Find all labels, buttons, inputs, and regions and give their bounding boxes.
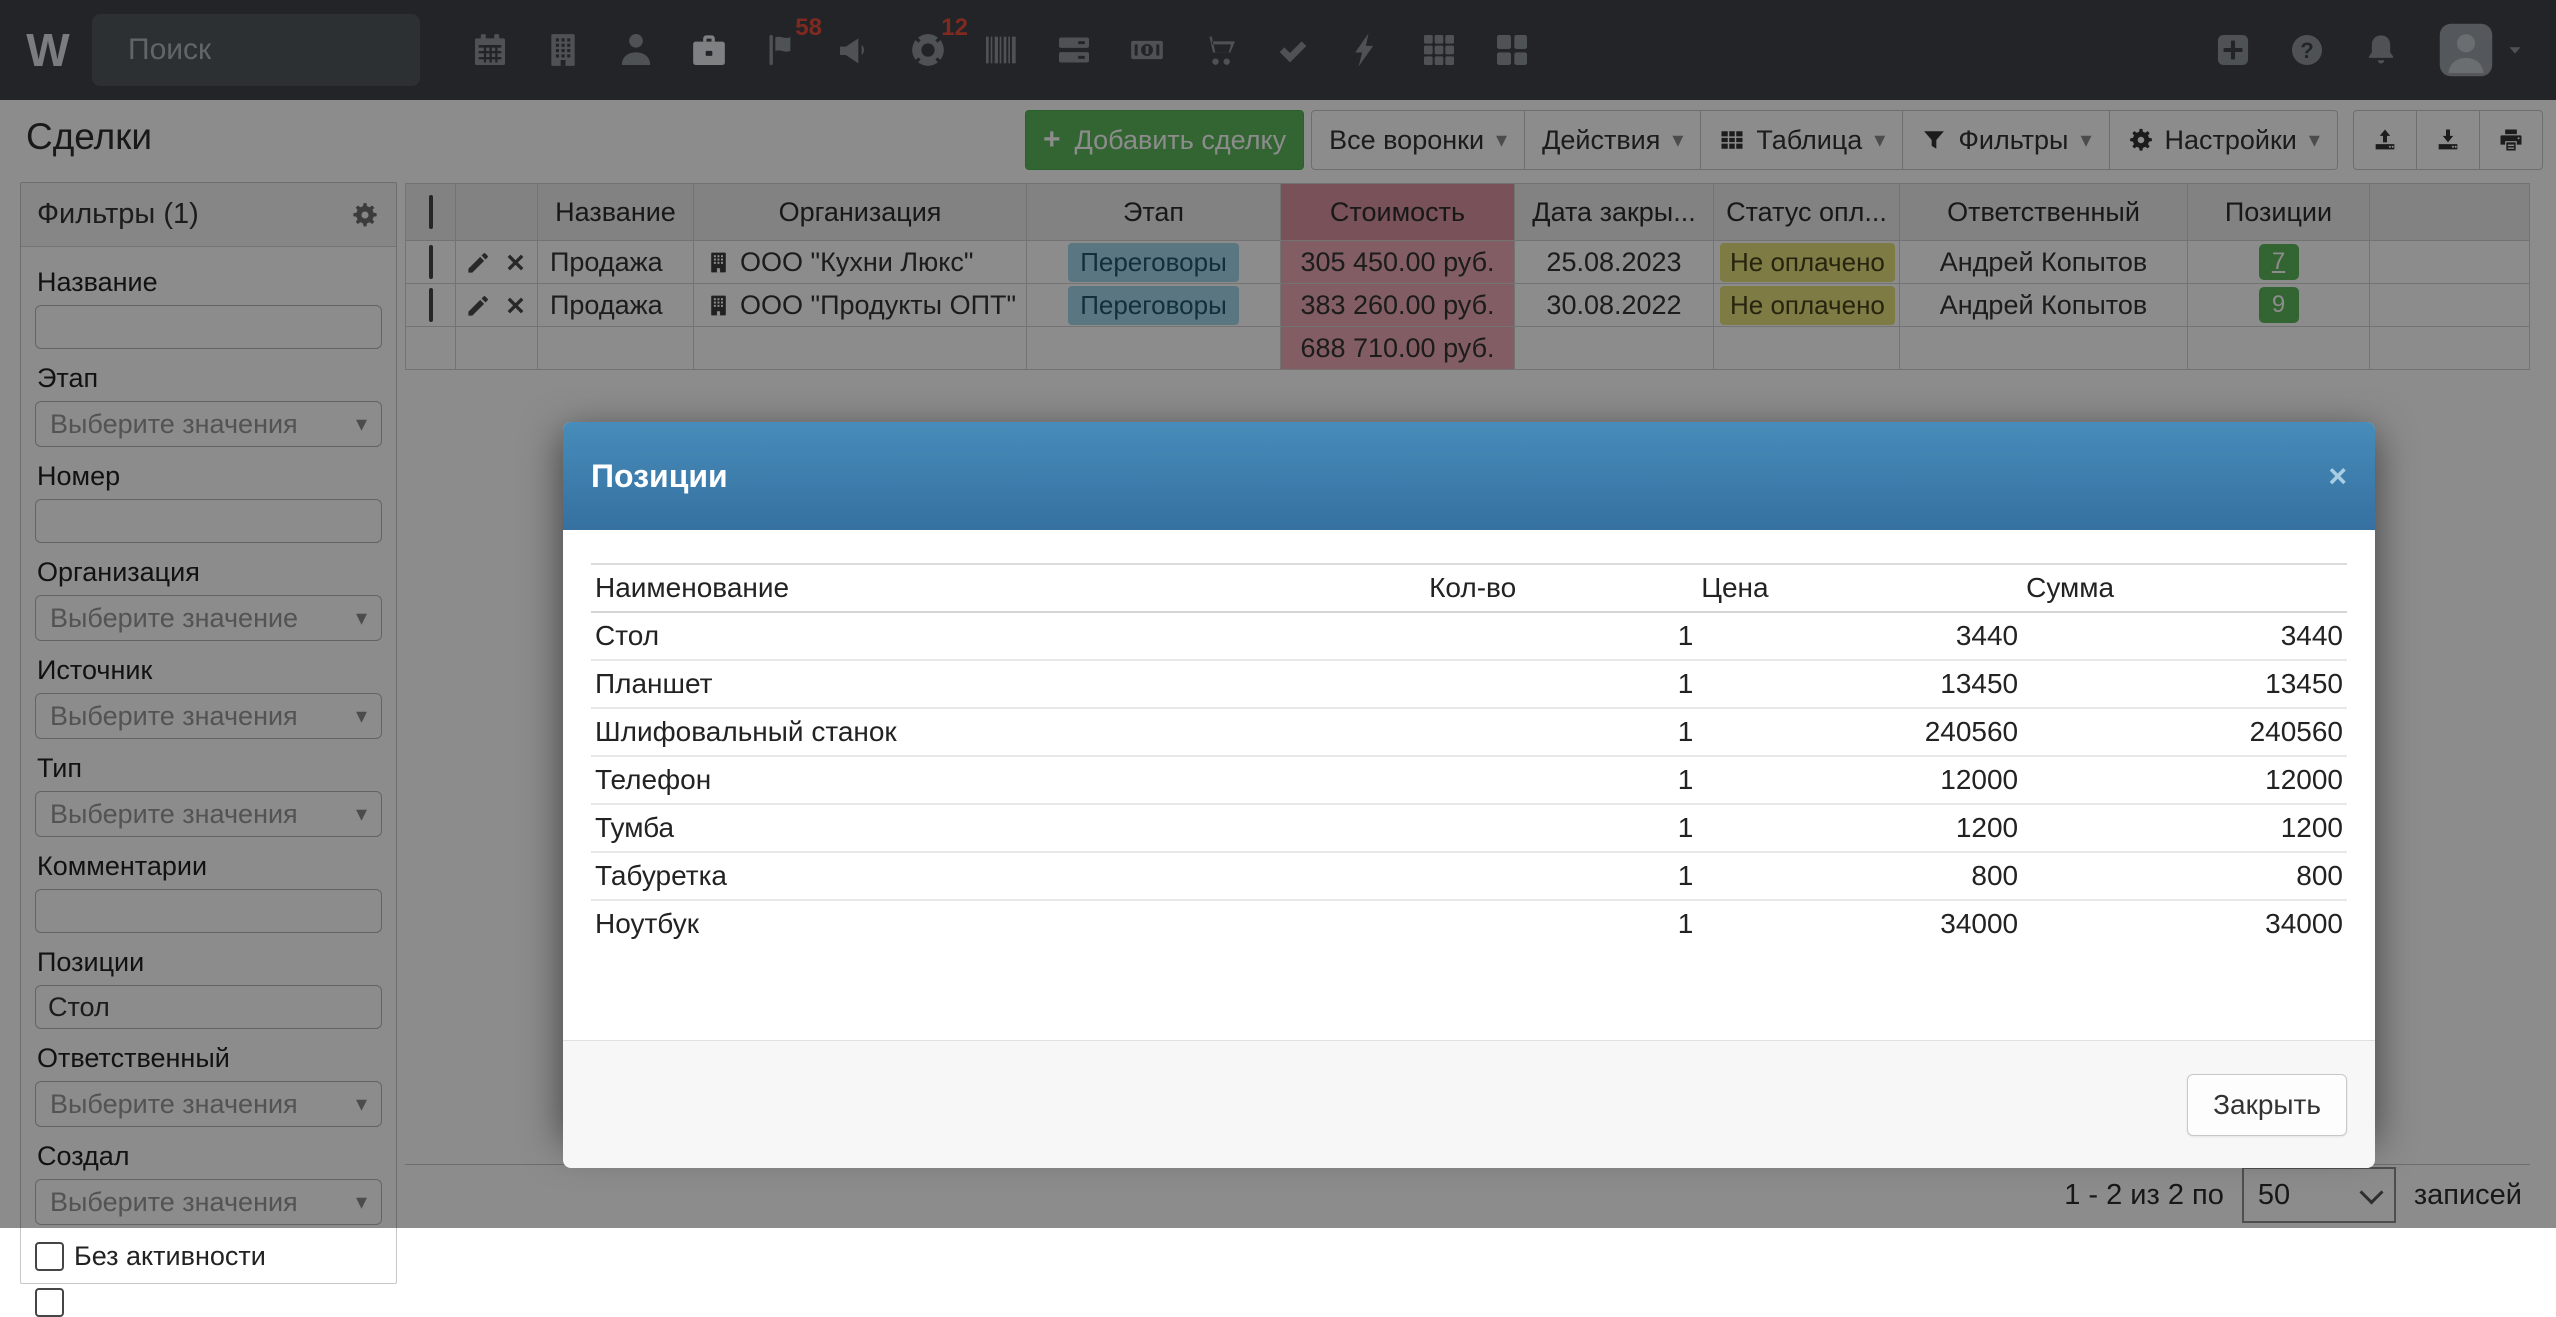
positions-header-row: Наименование Кол-во Цена Сумма [591,564,2347,612]
partial-checkbox[interactable] [35,1288,64,1317]
item-qty: 1 [1677,620,1694,651]
item-qty: 1 [1677,716,1694,747]
col-header-item: Наименование [595,572,790,603]
modal-title: Позиции [591,457,728,494]
item-sum: 3440 [2280,620,2343,651]
item-sum: 34000 [2265,908,2343,939]
item-qty: 1 [1677,764,1694,795]
close-icon[interactable]: × [2328,460,2347,492]
item-name: Шлифовальный станок [595,716,897,747]
no-activity-checkbox[interactable] [35,1242,64,1271]
position-row: Табуретка 1 800 800 [591,852,2347,900]
item-name: Стол [595,620,660,651]
item-sum: 240560 [2249,716,2343,747]
item-qty: 1 [1677,860,1694,891]
item-price: 12000 [1940,764,2019,795]
no-activity-row: Без активности [35,1241,382,1272]
item-price: 800 [1971,860,2019,891]
partial-checkbox-row [35,1288,382,1317]
item-sum: 1200 [2280,812,2343,843]
position-row: Ноутбук 1 34000 34000 [591,900,2347,947]
item-name: Тумба [595,812,675,843]
position-row: Стол 1 3440 3440 [591,612,2347,660]
positions-modal: Позиции × Наименование Кол-во Цена Сумма… [563,422,2375,1168]
position-row: Планшет 1 13450 13450 [591,660,2347,708]
positions-table: Наименование Кол-во Цена Сумма Стол 1 3440… [591,563,2347,947]
item-qty: 1 [1677,812,1694,843]
close-button[interactable]: Закрыть [2187,1073,2347,1136]
col-header-sum: Сумма [2026,572,2115,603]
item-price: 13450 [1940,668,2019,699]
item-price: 1200 [1955,812,2019,843]
item-sum: 12000 [2265,764,2343,795]
modal-header: Позиции × [563,422,2375,530]
item-name: Табуретка [595,860,728,891]
item-price: 3440 [1955,620,2019,651]
col-header-qty: Кол-во [1429,572,1517,603]
item-sum: 800 [2296,860,2343,891]
modal-footer: Закрыть [563,1040,2375,1168]
position-row: Телефон 1 12000 12000 [591,756,2347,804]
no-activity-label: Без активности [74,1241,266,1271]
position-row: Тумба 1 1200 1200 [591,804,2347,852]
item-qty: 1 [1677,668,1694,699]
item-name: Планшет [595,668,713,699]
col-header-price: Цена [1701,572,1769,603]
item-name: Телефон [595,764,712,795]
position-row: Шлифовальный станок 1 240560 240560 [591,708,2347,756]
item-price: 240560 [1924,716,2019,747]
modal-body: Наименование Кол-во Цена Сумма Стол 1 3440… [563,563,2375,1040]
item-sum: 13450 [2265,668,2343,699]
item-price: 34000 [1940,908,2019,939]
item-qty: 1 [1677,908,1694,939]
item-name: Ноутбук [595,908,699,939]
